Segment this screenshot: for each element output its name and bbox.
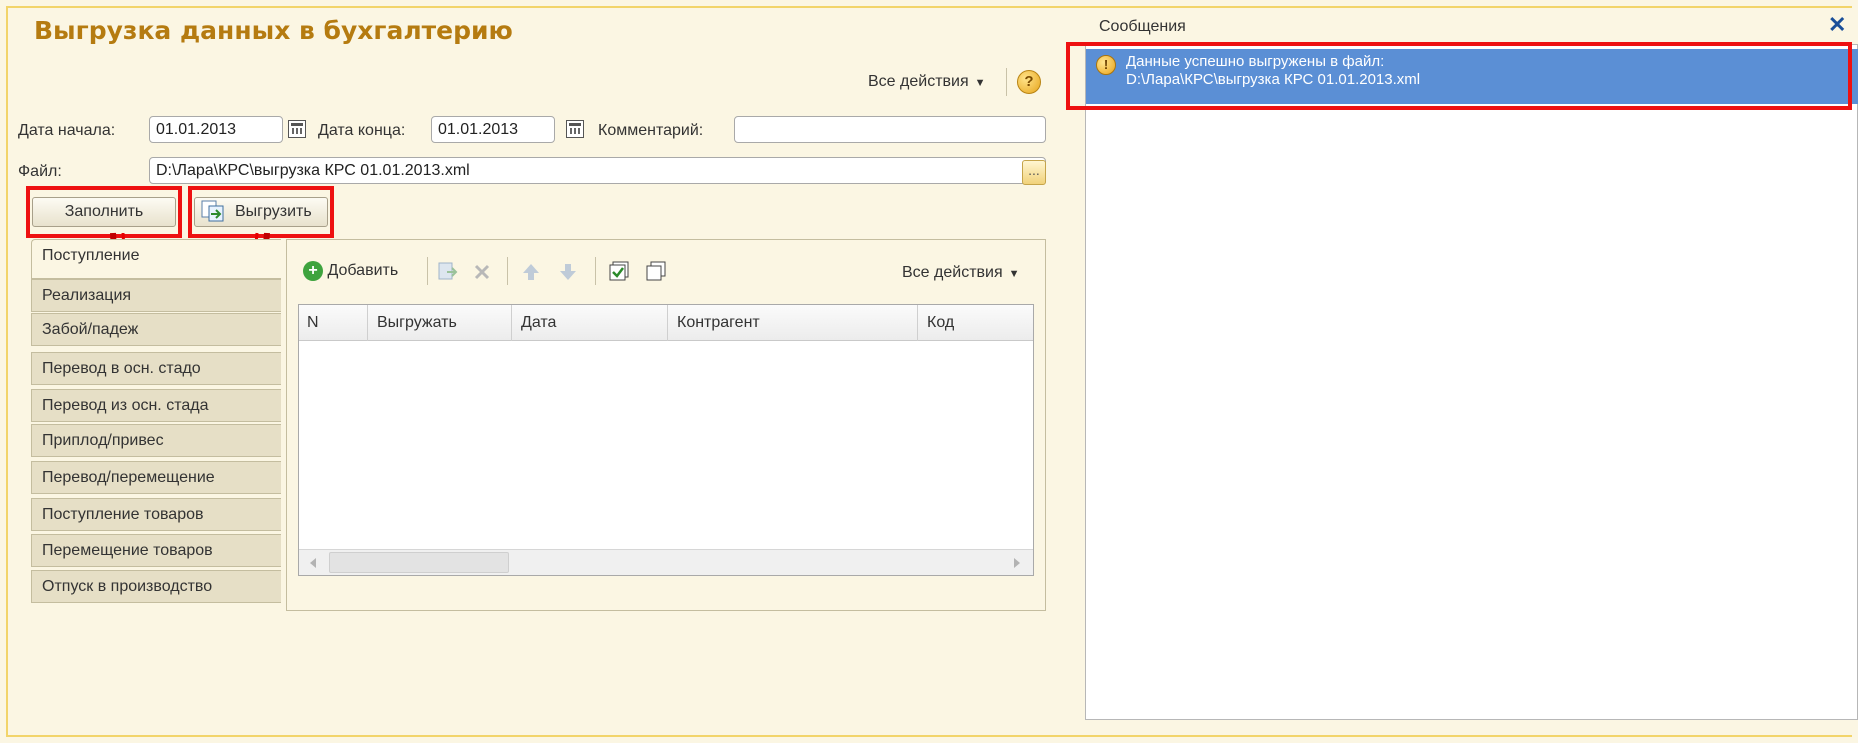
- check-all-icon[interactable]: [606, 259, 632, 285]
- date-end-label: Дата конца:: [318, 122, 406, 139]
- tab-offspring-gain[interactable]: Приплод/привес: [31, 424, 281, 457]
- tab-goods-movement[interactable]: Перемещение товаров: [31, 534, 281, 567]
- toolbar-separator: [1006, 68, 1007, 96]
- calendar-icon[interactable]: [288, 120, 306, 138]
- uncheck-all-icon[interactable]: [643, 259, 669, 285]
- copy-icon[interactable]: [436, 260, 460, 284]
- date-start-field[interactable]: 01.01.2013: [149, 116, 283, 143]
- delete-icon[interactable]: [472, 262, 492, 282]
- tab-slaughter[interactable]: Забой/падеж: [31, 313, 281, 346]
- column-separator[interactable]: [367, 305, 368, 341]
- column-header-counterparty[interactable]: Контрагент: [669, 305, 760, 341]
- date-end-field[interactable]: 01.01.2013: [431, 116, 555, 143]
- toolbar-separator: [427, 257, 428, 285]
- browse-file-button[interactable]: ...: [1022, 160, 1046, 185]
- scroll-right-icon[interactable]: [1011, 557, 1023, 569]
- add-icon: +: [303, 261, 323, 281]
- tab-sales[interactable]: Реализация: [31, 279, 281, 312]
- horizontal-scrollbar[interactable]: [299, 549, 1033, 575]
- table-header: N Выгружать Дата Контрагент Код: [299, 305, 1033, 341]
- add-button-label: Добавить: [327, 262, 399, 279]
- date-start-label: Дата начала:: [18, 122, 116, 139]
- close-icon[interactable]: ✕: [1828, 12, 1846, 38]
- column-separator[interactable]: [511, 305, 512, 341]
- column-separator[interactable]: [667, 305, 668, 341]
- form-title: Выгрузка данных в бухгалтерию: [34, 16, 513, 45]
- add-button[interactable]: + Добавить: [303, 261, 398, 281]
- move-down-icon[interactable]: [557, 261, 579, 283]
- message-highlight: [1066, 42, 1852, 110]
- column-header-date[interactable]: Дата: [513, 305, 556, 341]
- tab-goods-receipt[interactable]: Поступление товаров: [31, 498, 281, 531]
- messages-title: Сообщения: [1099, 18, 1186, 35]
- tab-transfer-to-main-herd[interactable]: Перевод в осн. стадо: [31, 352, 281, 385]
- tab-production-release[interactable]: Отпуск в производство: [31, 570, 281, 603]
- tab-receipt[interactable]: Поступление: [31, 239, 281, 279]
- column-header-export[interactable]: Выгружать: [369, 305, 457, 341]
- column-header-code[interactable]: Код: [919, 305, 954, 341]
- comment-label: Комментарий:: [598, 122, 704, 139]
- tab-transfer-from-main-herd[interactable]: Перевод из осн. стада: [31, 389, 281, 422]
- column-header-n[interactable]: N: [299, 305, 319, 341]
- scroll-thumb[interactable]: [329, 552, 509, 573]
- table-all-actions-label: Все действия: [902, 264, 1003, 281]
- column-separator[interactable]: [917, 305, 918, 341]
- data-table[interactable]: N Выгружать Дата Контрагент Код: [298, 304, 1034, 576]
- toolbar-separator: [507, 257, 508, 285]
- all-actions-label: Все действия: [868, 73, 969, 90]
- comment-field[interactable]: [734, 116, 1046, 143]
- caret-down-icon: ▼: [974, 77, 986, 89]
- table-all-actions-menu[interactable]: Все действия ▼: [902, 264, 1020, 282]
- caret-down-icon: ▼: [1008, 268, 1020, 280]
- move-up-icon[interactable]: [520, 261, 542, 283]
- tab-transfer-movement[interactable]: Перевод/перемещение: [31, 461, 281, 494]
- messages-list: [1085, 44, 1858, 720]
- help-icon[interactable]: ?: [1017, 70, 1041, 94]
- file-path-field[interactable]: D:\Лара\КРС\выгрузка КРС 01.01.2013.xml: [149, 157, 1046, 184]
- calendar-icon[interactable]: [566, 120, 584, 138]
- toolbar-separator: [595, 257, 596, 285]
- scroll-left-icon[interactable]: [307, 557, 319, 569]
- file-label: Файл:: [18, 163, 62, 180]
- all-actions-menu[interactable]: Все действия ▼: [868, 73, 986, 91]
